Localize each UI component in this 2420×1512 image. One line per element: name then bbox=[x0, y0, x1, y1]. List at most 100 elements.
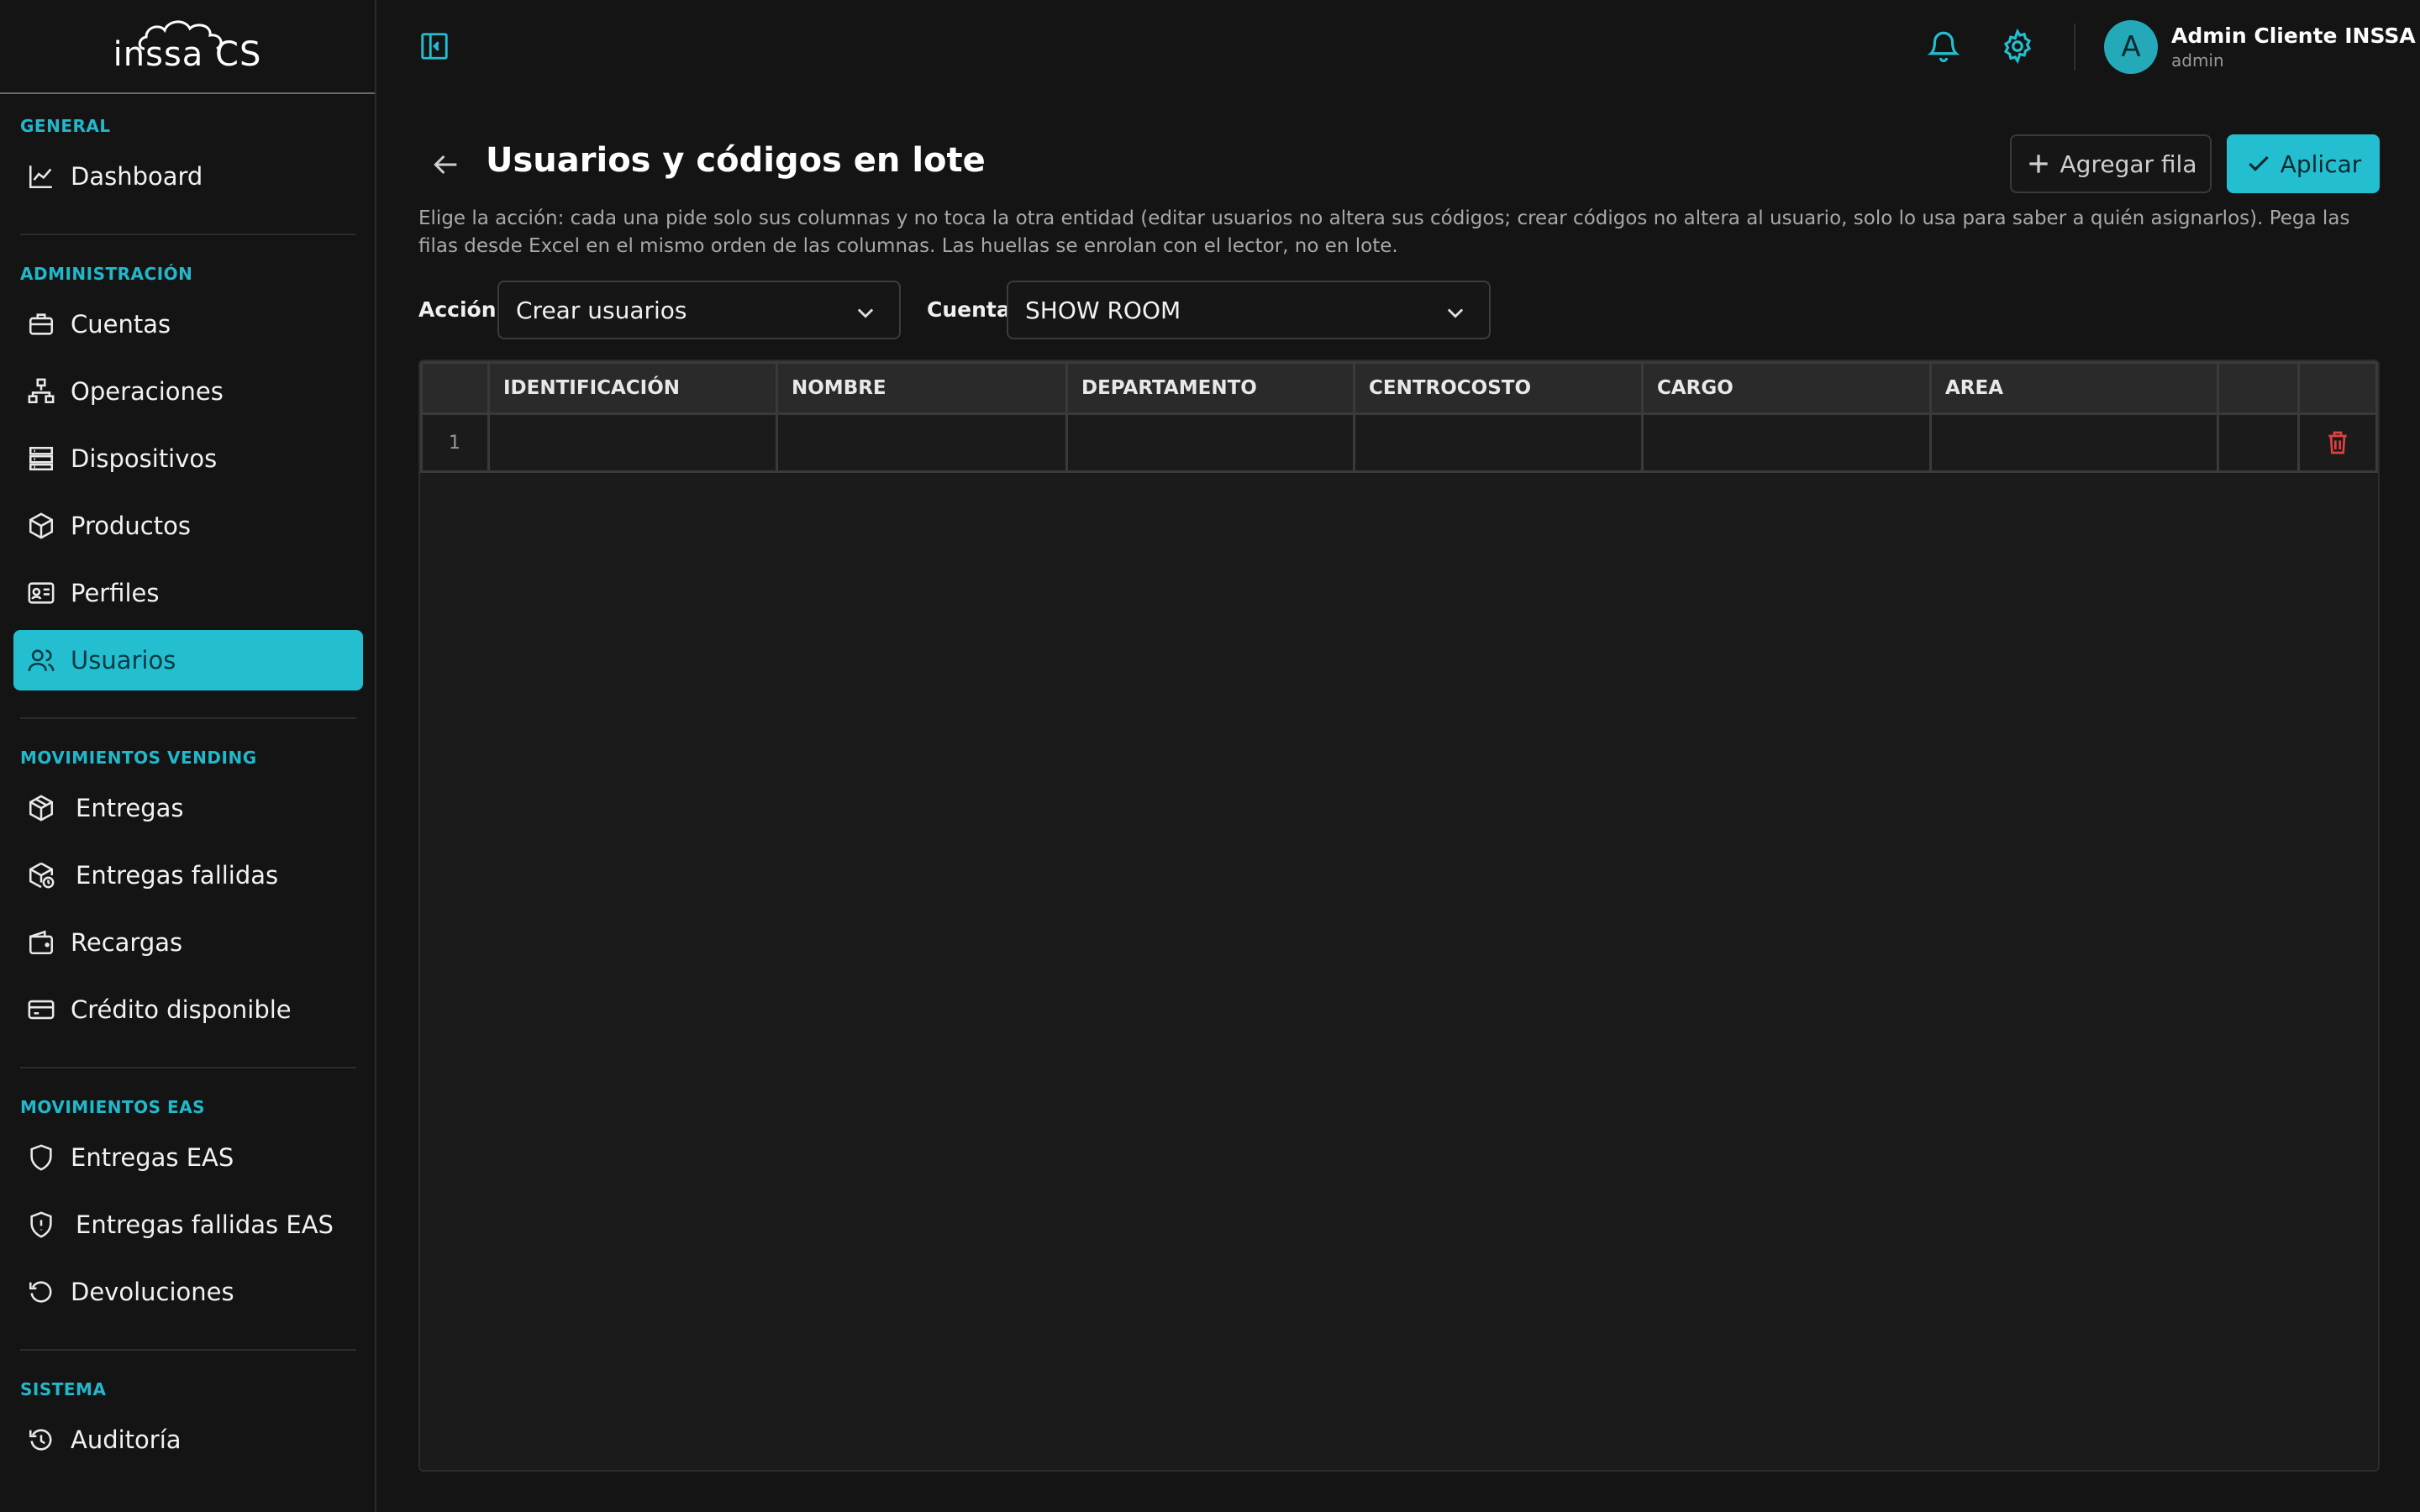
sidebar-item-label: Operaciones bbox=[71, 377, 224, 406]
sidebar-item-label: Dispositivos bbox=[71, 444, 218, 473]
sidebar-item-label: Entregas EAS bbox=[71, 1143, 234, 1172]
sidebar-item-entregas-eas[interactable]: Entregas EAS bbox=[13, 1127, 363, 1188]
divider bbox=[20, 1067, 356, 1068]
delete-row-button[interactable] bbox=[2297, 412, 2378, 473]
sidebar-item-devoluciones[interactable]: Devoluciones bbox=[13, 1262, 363, 1322]
divider bbox=[20, 1349, 356, 1351]
package-clock-icon bbox=[25, 859, 57, 891]
history-icon bbox=[25, 1424, 57, 1456]
account-label: Cuenta bbox=[927, 297, 1011, 322]
column-header: AREA bbox=[1929, 361, 2219, 415]
sidebar-item-credito-disponible[interactable]: Crédito disponible bbox=[13, 979, 363, 1040]
sidebar-item-label: Crédito disponible bbox=[71, 995, 292, 1024]
table-header-row: IDENTIFICACIÓN NOMBRE DEPARTAMENTO CENTR… bbox=[420, 361, 2378, 415]
action-select[interactable]: Crear usuarios bbox=[497, 281, 901, 339]
extra-column-header bbox=[2217, 361, 2300, 415]
user-role: admin bbox=[2171, 50, 2224, 71]
sidebar-item-cuentas[interactable]: Cuentas bbox=[13, 294, 363, 354]
wallet-icon bbox=[25, 927, 57, 958]
sidebar-item-label: Devoluciones bbox=[71, 1278, 234, 1306]
sidebar-item-label: Entregas bbox=[76, 794, 184, 822]
add-row-label: Agregar fila bbox=[2060, 150, 2197, 178]
page-title: Usuarios y códigos en lote bbox=[486, 141, 986, 180]
sidebar-item-label: Usuarios bbox=[71, 646, 176, 675]
page-description: Elige la acción: cada una pide solo sus … bbox=[418, 207, 2350, 257]
column-header: IDENTIFICACIÓN bbox=[487, 361, 778, 415]
column-header: CENTROCOSTO bbox=[1353, 361, 1644, 415]
network-icon bbox=[25, 375, 57, 407]
cell-cargo[interactable] bbox=[1641, 412, 1932, 473]
users-icon bbox=[25, 644, 57, 676]
shield-icon bbox=[25, 1142, 57, 1173]
sidebar-item-label: Auditoría bbox=[71, 1425, 182, 1454]
cloud-logo-icon bbox=[138, 20, 223, 50]
bell-icon[interactable] bbox=[1926, 29, 1961, 64]
table-row: 1 bbox=[420, 412, 2378, 473]
sidebar-item-label: Entregas fallidas EAS bbox=[76, 1210, 334, 1239]
logo[interactable]: inssa CS bbox=[0, 0, 375, 94]
shield-alert-icon bbox=[25, 1209, 57, 1241]
server-icon bbox=[25, 443, 57, 475]
package-icon bbox=[25, 792, 57, 824]
sidebar-item-operaciones[interactable]: Operaciones bbox=[13, 361, 363, 422]
user-name[interactable]: Admin Cliente INSSA bbox=[2171, 24, 2416, 48]
sidebar-item-perfiles[interactable]: Perfiles bbox=[13, 563, 363, 623]
plus-icon bbox=[2028, 155, 2048, 173]
batch-table: IDENTIFICACIÓN NOMBRE DEPARTAMENTO CENTR… bbox=[418, 360, 2380, 1472]
chevron-down-icon bbox=[1447, 308, 1464, 318]
account-select-value: SHOW ROOM bbox=[1025, 296, 1181, 324]
rotate-ccw-icon bbox=[25, 1276, 57, 1308]
sidebar-item-dispositivos[interactable]: Dispositivos bbox=[13, 428, 363, 489]
section-movimientos-vending: MOVIMIENTOS VENDING bbox=[20, 748, 257, 768]
cell-nombre[interactable] bbox=[776, 412, 1068, 473]
column-header: DEPARTAMENTO bbox=[1065, 361, 1355, 415]
cell-extra[interactable] bbox=[2217, 412, 2300, 473]
gear-icon[interactable] bbox=[2000, 29, 2035, 64]
column-header: CARGO bbox=[1641, 361, 1932, 415]
sidebar-item-entregas-fallidas-eas[interactable]: Entregas fallidas EAS bbox=[13, 1194, 363, 1255]
cell-departamento[interactable] bbox=[1065, 412, 1355, 473]
check-icon bbox=[2248, 155, 2269, 171]
sidebar-item-label: Recargas bbox=[71, 928, 183, 957]
add-row-button[interactable]: Agregar fila bbox=[2010, 134, 2212, 193]
column-header: NOMBRE bbox=[776, 361, 1068, 415]
sidebar-item-label: Dashboard bbox=[71, 162, 203, 191]
sidebar-item-recargas[interactable]: Recargas bbox=[13, 912, 363, 973]
sidebar-item-label: Cuentas bbox=[71, 310, 171, 339]
action-select-value: Crear usuarios bbox=[516, 296, 687, 324]
cell-centrocosto[interactable] bbox=[1353, 412, 1644, 473]
sidebar-item-label: Entregas fallidas bbox=[76, 861, 279, 890]
credit-card-icon bbox=[25, 994, 57, 1026]
section-sistema: SISTEMA bbox=[20, 1379, 107, 1399]
sidebar-item-entregas-fallidas[interactable]: Entregas fallidas bbox=[13, 845, 363, 906]
cell-identificacion[interactable] bbox=[487, 412, 778, 473]
account-select[interactable]: SHOW ROOM bbox=[1007, 281, 1491, 339]
sidebar-item-label: Perfiles bbox=[71, 579, 160, 607]
apply-button[interactable]: Aplicar bbox=[2227, 134, 2380, 193]
trash-icon bbox=[2328, 431, 2347, 454]
box-icon bbox=[25, 510, 57, 542]
sidebar-item-label: Productos bbox=[71, 512, 191, 540]
sidebar: inssa CS GENERAL Dashboard ADMINISTRACIÓ… bbox=[0, 0, 376, 1512]
sidebar-item-auditoria[interactable]: Auditoría bbox=[13, 1410, 363, 1470]
sidebar-item-productos[interactable]: Productos bbox=[13, 496, 363, 556]
avatar[interactable]: A bbox=[2104, 20, 2158, 74]
cell-area[interactable] bbox=[1929, 412, 2219, 473]
data-grid: IDENTIFICACIÓN NOMBRE DEPARTAMENTO CENTR… bbox=[420, 361, 2378, 473]
actions-column-header bbox=[2297, 361, 2378, 415]
chevron-down-icon bbox=[857, 308, 874, 318]
section-movimientos-eas: MOVIMIENTOS EAS bbox=[20, 1097, 206, 1117]
sidebar-toggle-icon[interactable] bbox=[418, 30, 450, 62]
sidebar-item-usuarios[interactable]: Usuarios bbox=[13, 630, 363, 690]
apply-label: Aplicar bbox=[2280, 150, 2362, 178]
section-administracion: ADMINISTRACIÓN bbox=[20, 264, 193, 284]
divider bbox=[2074, 24, 2075, 71]
divider bbox=[20, 234, 356, 235]
back-arrow-icon[interactable] bbox=[427, 148, 464, 181]
action-label: Acción bbox=[418, 297, 497, 322]
sidebar-item-entregas[interactable]: Entregas bbox=[13, 778, 363, 838]
row-number-header bbox=[420, 361, 490, 415]
sidebar-item-dashboard[interactable]: Dashboard bbox=[13, 146, 363, 207]
section-general: GENERAL bbox=[20, 116, 111, 136]
chart-line-icon bbox=[25, 160, 57, 192]
